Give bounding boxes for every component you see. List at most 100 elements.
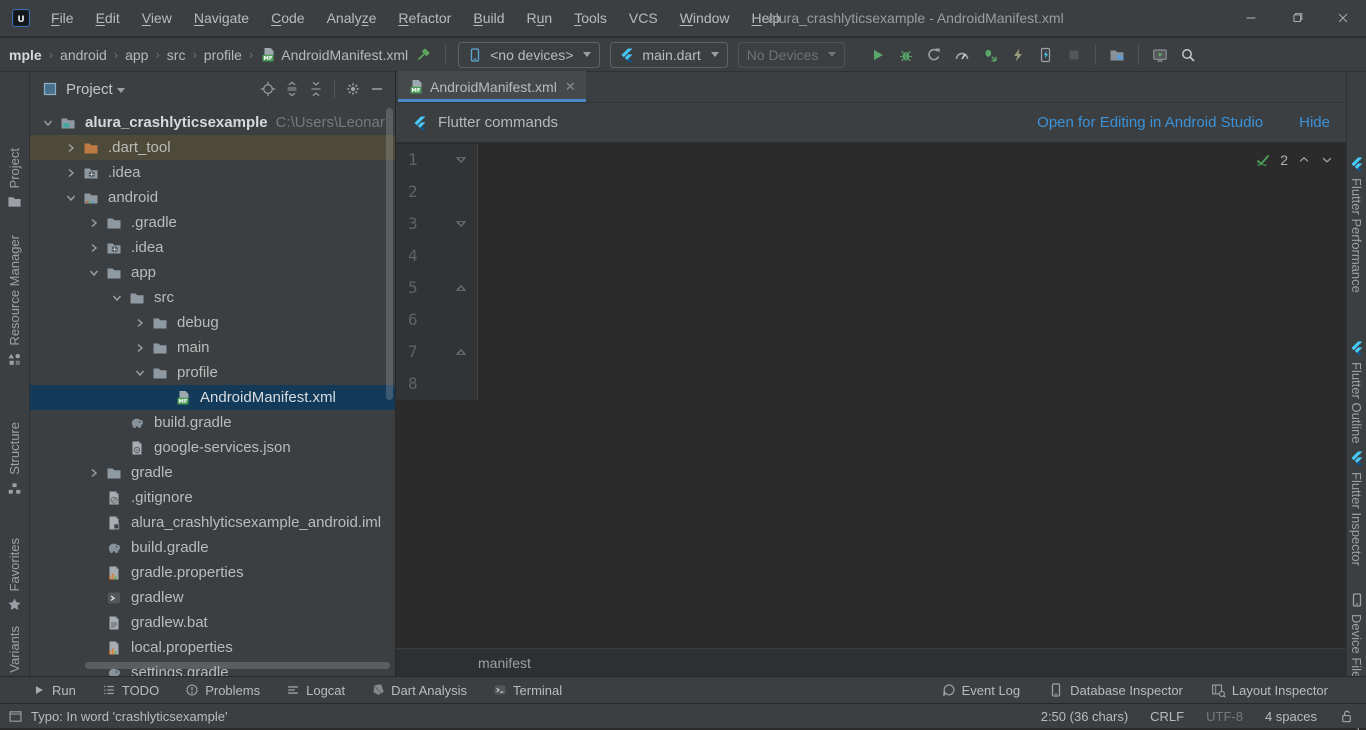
attach-debugger-button[interactable]	[976, 42, 1004, 68]
prev-problem-icon[interactable]	[1297, 153, 1311, 167]
tool-button-resource-manager[interactable]: Resource Manager	[0, 235, 29, 367]
tool-button-project[interactable]: Project	[0, 148, 29, 209]
menu-file[interactable]: File	[40, 10, 85, 26]
chevron-right-icon[interactable]	[63, 140, 83, 156]
breadcrumb-item[interactable]: profile	[201, 47, 245, 63]
tree-row[interactable]: build.gradle	[30, 535, 395, 560]
code-line[interactable]: 6	[396, 304, 1346, 336]
chevron-right-icon[interactable]	[86, 240, 106, 256]
flutter-hot-restart-button[interactable]	[1032, 42, 1060, 68]
code-line[interactable]: 7	[396, 336, 1346, 368]
tree-row[interactable]: .gradle	[30, 210, 395, 235]
tool-window-button-problems[interactable]: Problems	[185, 683, 260, 698]
attach-profiler-button[interactable]	[920, 42, 948, 68]
tree-row[interactable]: android	[30, 185, 395, 210]
chevron-down-icon[interactable]	[63, 190, 83, 206]
menu-run[interactable]: Run	[516, 10, 564, 26]
flutter-hot-reload-button[interactable]	[1004, 42, 1032, 68]
code-line[interactable]: 4	[396, 240, 1346, 272]
tool-button-flutter-outline[interactable]: Flutter Outline	[1347, 340, 1366, 444]
device-selector[interactable]: <no devices>	[458, 42, 600, 68]
tree-row[interactable]: build.gradle	[30, 410, 395, 435]
tool-window-button-database-inspector[interactable]: Database Inspector	[1048, 682, 1183, 698]
tree-row[interactable]: alura_crashlyticsexample_android.iml	[30, 510, 395, 535]
tool-window-button-layout-inspector[interactable]: Layout Inspector	[1211, 682, 1328, 698]
indent-setting[interactable]: 4 spaces	[1265, 709, 1317, 724]
code-line[interactable]: 12	[396, 144, 1346, 176]
menu-code[interactable]: Code	[260, 10, 315, 26]
chevron-down-icon[interactable]	[132, 365, 152, 381]
code-editor[interactable]: 122345678	[396, 144, 1346, 648]
maximize-icon[interactable]	[1274, 0, 1320, 36]
tree-row[interactable]: gradle.properties	[30, 560, 395, 585]
tree-row[interactable]: alura_crashlyticsexampleC:\Users\Leonar	[30, 110, 395, 135]
tool-button-favorites[interactable]: Favorites	[0, 538, 29, 612]
run-button[interactable]	[864, 42, 892, 68]
fold-marker-icon[interactable]	[440, 144, 478, 176]
next-problem-icon[interactable]	[1320, 153, 1334, 167]
hide-panel-icon[interactable]	[369, 81, 385, 97]
fold-marker-icon[interactable]	[440, 208, 478, 240]
device-manager-button[interactable]	[1103, 42, 1131, 68]
menu-view[interactable]: View	[131, 10, 183, 26]
vertical-scrollbar[interactable]	[386, 108, 393, 400]
open-in-android-studio-link[interactable]: Open for Editing in Android Studio	[1037, 114, 1263, 131]
stop-button[interactable]	[1060, 42, 1088, 68]
tree-row[interactable]: profile	[30, 360, 395, 385]
unlock-icon[interactable]	[1339, 709, 1354, 724]
tool-window-button-terminal[interactable]: Terminal	[493, 683, 562, 698]
build-button[interactable]	[408, 47, 438, 63]
tool-window-button-logcat[interactable]: Logcat	[286, 683, 345, 698]
expand-all-icon[interactable]	[284, 81, 300, 97]
code-line[interactable]: 2	[396, 176, 1346, 208]
tree-row[interactable]: local.properties	[30, 635, 395, 660]
code-line[interactable]: 8	[396, 368, 1346, 400]
breadcrumb-item[interactable]: android	[57, 47, 110, 63]
file-encoding[interactable]: UTF-8	[1206, 709, 1243, 724]
debug-button[interactable]	[892, 42, 920, 68]
hide-banner-link[interactable]: Hide	[1299, 114, 1330, 131]
chevron-down-icon[interactable]	[117, 88, 125, 93]
tree-row[interactable]: .dart_tool	[30, 135, 395, 160]
caret-position[interactable]: 2:50 (36 chars)	[1041, 709, 1128, 724]
menu-vcs[interactable]: VCS	[618, 10, 669, 26]
flutter-device-selector[interactable]: No Devices	[738, 42, 846, 68]
chevron-right-icon[interactable]	[132, 315, 152, 331]
profiler-button[interactable]	[948, 42, 976, 68]
fold-marker-icon[interactable]	[440, 336, 478, 368]
search-everywhere-button[interactable]	[1174, 42, 1202, 68]
line-ending[interactable]: CRLF	[1150, 709, 1184, 724]
tool-window-button-run[interactable]: Run	[32, 683, 76, 698]
breadcrumb-file[interactable]: MFAndroidManifest.xml	[257, 47, 408, 63]
chevron-right-icon[interactable]	[63, 165, 83, 181]
breadcrumb-item[interactable]: mple	[6, 47, 45, 63]
chevron-right-icon[interactable]	[132, 340, 152, 356]
tree-row[interactable]: main	[30, 335, 395, 360]
menu-window[interactable]: Window	[669, 10, 741, 26]
tree-row[interactable]: .gitignore	[30, 485, 395, 510]
running-devices-button[interactable]	[1146, 42, 1174, 68]
tree-row[interactable]: app	[30, 260, 395, 285]
tree-row[interactable]: gradlew.bat	[30, 610, 395, 635]
locate-file-icon[interactable]	[260, 81, 276, 97]
tool-button-structure[interactable]: Structure	[0, 422, 29, 496]
menu-edit[interactable]: Edit	[85, 10, 131, 26]
tree-row[interactable]: google-services.json	[30, 435, 395, 460]
code-line[interactable]: 3	[396, 208, 1346, 240]
minimize-icon[interactable]	[1228, 0, 1274, 36]
menu-tools[interactable]: Tools	[563, 10, 618, 26]
horizontal-scrollbar[interactable]	[85, 662, 390, 669]
chevron-down-icon[interactable]	[40, 115, 60, 131]
inspection-widget[interactable]: 2	[1247, 147, 1342, 173]
close-icon[interactable]	[1320, 0, 1366, 36]
chevron-down-icon[interactable]	[109, 290, 129, 306]
tool-button-flutter-inspector[interactable]: Flutter Inspector	[1347, 450, 1366, 566]
tool-button-flutter-performance[interactable]: Flutter Performance	[1347, 156, 1366, 293]
fold-marker-icon[interactable]	[440, 272, 478, 304]
tool-window-button-event-log[interactable]: Event Log	[941, 682, 1021, 698]
tool-window-button-dart-analysis[interactable]: Dart Analysis	[371, 683, 467, 698]
tree-row[interactable]: src	[30, 285, 395, 310]
menu-refactor[interactable]: Refactor	[387, 10, 462, 26]
breadcrumb-item[interactable]: src	[164, 47, 189, 63]
tree-row[interactable]: gradlew	[30, 585, 395, 610]
